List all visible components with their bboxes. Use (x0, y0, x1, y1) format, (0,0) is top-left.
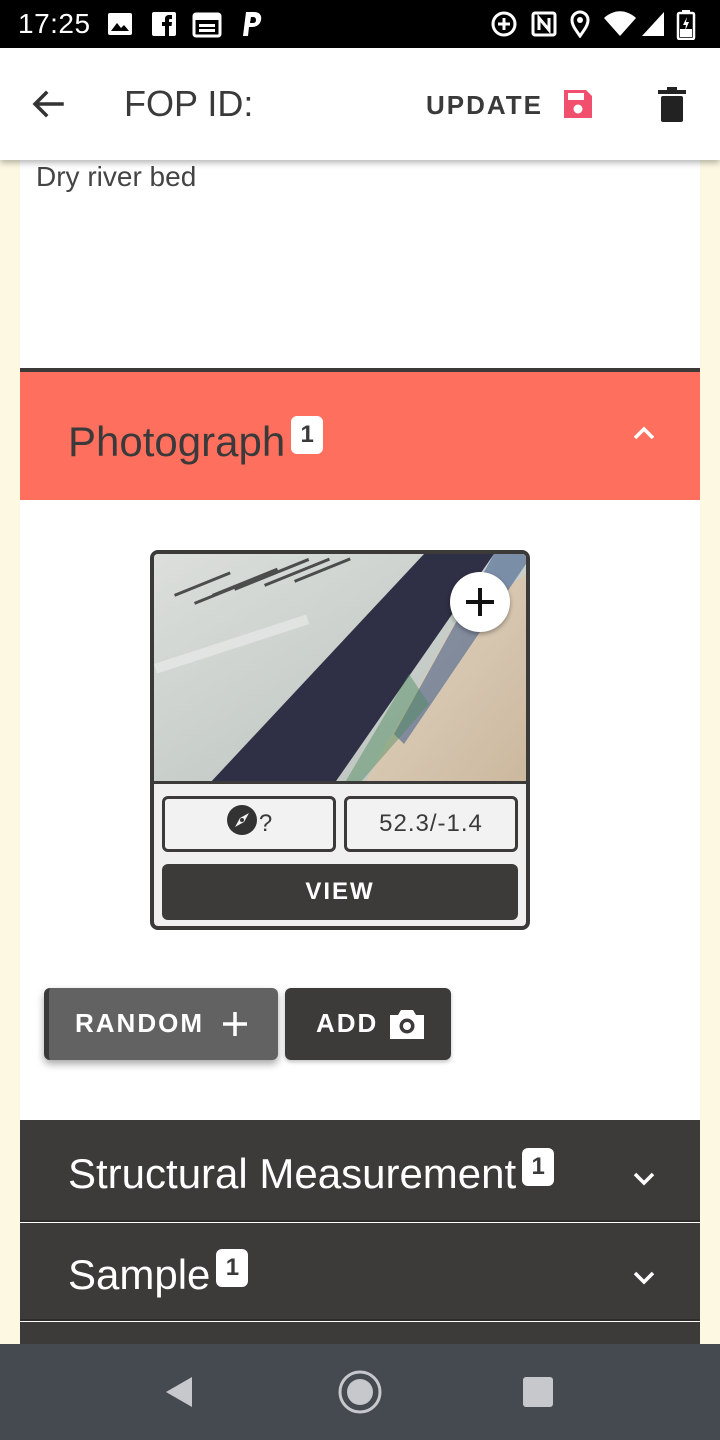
random-label: RANDOM (75, 1008, 204, 1038)
back-triangle-icon (166, 1377, 192, 1407)
location-icon (570, 10, 590, 38)
image-icon (108, 13, 132, 35)
recents-square-icon (523, 1377, 553, 1407)
home-circle-icon (338, 1370, 382, 1414)
nav-recents-button[interactable] (510, 1364, 566, 1420)
next-section-header[interactable] (20, 1322, 700, 1344)
update-button[interactable]: UPDATE (420, 78, 600, 130)
photograph-title: Photograph (68, 418, 286, 465)
structural-measurement-title: Structural Measurement (68, 1150, 517, 1197)
status-bar: 17:25 (0, 0, 720, 48)
section-title: Photograph 1 (68, 416, 324, 466)
back-button[interactable] (24, 80, 72, 128)
signal-icon (642, 12, 664, 36)
nfc-icon (531, 11, 557, 37)
direction-chip[interactable]: ? (162, 796, 336, 852)
direction-value: ? (258, 810, 274, 837)
add-to-photo-button[interactable] (450, 572, 510, 632)
chevron-up-icon[interactable] (628, 418, 660, 450)
chevron-down-icon[interactable] (628, 1162, 660, 1194)
structural-measurement-section-header[interactable]: Structural Measurement 1 (20, 1120, 700, 1222)
nav-home-button[interactable] (332, 1364, 388, 1420)
arrow-back-icon (32, 90, 64, 118)
parking-icon (243, 12, 262, 36)
location-description[interactable]: Dry river bed (36, 160, 196, 194)
coordinates-chip[interactable]: 52.3/-1.4 (344, 796, 518, 852)
delete-button[interactable] (648, 80, 696, 128)
count-badge: 1 (522, 1148, 555, 1186)
camera-icon (390, 1010, 424, 1039)
delete-icon (658, 87, 686, 122)
photo-card: ? 52.3/-1.4 VIEW (150, 550, 530, 930)
sample-section-header[interactable]: Sample 1 (20, 1223, 700, 1321)
add-photo-button[interactable]: ADD (285, 988, 451, 1060)
plus-icon (466, 588, 494, 616)
sample-title: Sample (68, 1251, 211, 1298)
status-time: 17:25 (18, 8, 91, 39)
section-title: Sample 1 (68, 1249, 249, 1299)
data-saver-icon (491, 11, 517, 37)
facebook-icon (152, 12, 176, 36)
section-title: Structural Measurement 1 (68, 1148, 555, 1198)
update-label: UPDATE (426, 90, 543, 120)
app-bar: FOP ID: UPDATE (0, 48, 720, 160)
random-button[interactable]: RANDOM (44, 988, 278, 1060)
count-badge: 1 (216, 1249, 249, 1287)
fop-form: Dry river bed Photograph 1 ? 52.3/-1.4 V… (20, 160, 700, 1344)
photograph-section-header[interactable]: Photograph 1 (20, 372, 700, 500)
nav-back-button[interactable] (152, 1364, 208, 1420)
battery-icon (676, 10, 696, 40)
page-title: FOP ID: (124, 83, 254, 124)
system-nav-bar (0, 1344, 720, 1440)
compass-icon (226, 805, 257, 835)
photo-thumbnail[interactable] (154, 554, 526, 784)
chevron-down-icon[interactable] (628, 1261, 660, 1293)
save-icon (564, 90, 592, 118)
count-badge: 1 (291, 416, 324, 454)
plus-icon (223, 1012, 247, 1036)
wifi-icon (604, 11, 636, 36)
calendar-icon (192, 12, 222, 38)
add-label: ADD (316, 1008, 379, 1038)
view-button[interactable]: VIEW (162, 864, 518, 920)
